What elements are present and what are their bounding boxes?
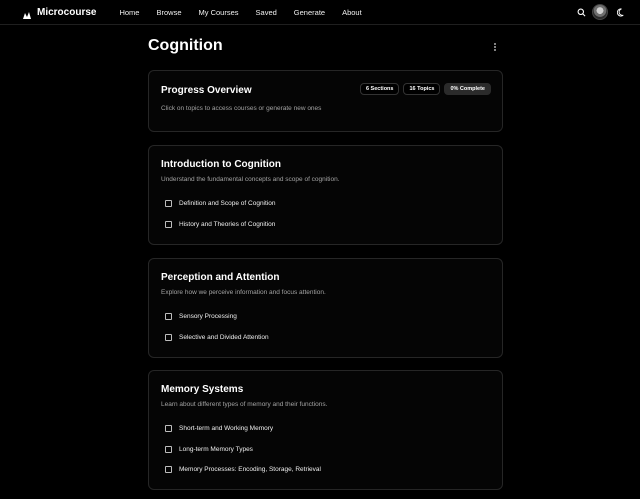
topic-checkbox[interactable]: [165, 425, 172, 432]
moon-icon[interactable]: [614, 5, 628, 19]
search-icon[interactable]: [574, 5, 588, 19]
microcourse-logo-icon: [22, 7, 32, 19]
topic-item[interactable]: Selective and Divided Attention: [165, 334, 269, 341]
more-vertical-icon[interactable]: [489, 40, 501, 52]
topic-label: Selective and Divided Attention: [179, 334, 269, 341]
topic-checkbox[interactable]: [165, 313, 172, 320]
user-avatar[interactable]: [592, 4, 608, 20]
page-title: Cognition: [148, 37, 223, 54]
topic-item[interactable]: Definition and Scope of Cognition: [165, 200, 275, 207]
topic-label: Definition and Scope of Cognition: [179, 200, 276, 207]
section-title: Introduction to Cognition: [161, 159, 281, 170]
nav-generate[interactable]: Generate: [294, 8, 325, 17]
topic-item[interactable]: History and Theories of Cognition: [165, 221, 275, 228]
topic-label: Short-term and Working Memory: [179, 425, 274, 432]
section-title: Perception and Attention: [161, 272, 280, 283]
progress-title: Progress Overview: [161, 85, 252, 96]
nav-home[interactable]: Home: [119, 8, 139, 17]
section-description: Learn about different types of memory an…: [161, 401, 328, 408]
topic-label: History and Theories of Cognition: [179, 221, 276, 228]
brand-link[interactable]: Microcourse: [22, 6, 97, 19]
topics-count-badge: 16 Topics: [403, 83, 441, 95]
topic-item[interactable]: Long-term Memory Types: [165, 446, 253, 453]
topic-checkbox[interactable]: [165, 221, 172, 228]
topic-label: Memory Processes: Encoding, Storage, Ret…: [179, 466, 321, 473]
brand-name: Microcourse: [37, 6, 97, 18]
topic-item[interactable]: Sensory Processing: [165, 313, 237, 320]
nav-saved[interactable]: Saved: [256, 8, 277, 17]
topic-checkbox[interactable]: [165, 446, 172, 453]
sections-count-badge: 6 Sections: [359, 83, 400, 95]
topic-checkbox[interactable]: [165, 200, 172, 207]
topic-item[interactable]: Short-term and Working Memory: [165, 425, 273, 432]
topic-item[interactable]: Memory Processes: Encoding, Storage, Ret…: [165, 466, 321, 473]
topic-label: Long-term Memory Types: [179, 446, 253, 453]
section-title: Memory Systems: [161, 384, 244, 395]
nav-about[interactable]: About: [342, 8, 362, 17]
top-navbar: Microcourse Home Browse My Courses Saved…: [0, 0, 640, 25]
section-card: Memory Systems Learn about different typ…: [148, 370, 503, 490]
section-card: Perception and Attention Explore how we …: [148, 258, 503, 358]
topbar-actions: [574, 4, 628, 20]
progress-description: Click on topics to access courses or gen…: [161, 105, 322, 112]
nav-browse[interactable]: Browse: [156, 8, 181, 17]
topic-label: Sensory Processing: [179, 313, 237, 320]
progress-badges: 6 Sections 16 Topics 0% Complete: [359, 83, 491, 95]
main-nav: Home Browse My Courses Saved Generate Ab…: [119, 8, 378, 17]
topic-checkbox[interactable]: [165, 466, 172, 473]
section-description: Understand the fundamental concepts and …: [161, 176, 340, 183]
complete-percent-badge: 0% Complete: [444, 83, 491, 95]
section-description: Explore how we perceive information and …: [161, 289, 326, 296]
section-card: Introduction to Cognition Understand the…: [148, 145, 503, 245]
nav-my-courses[interactable]: My Courses: [199, 8, 239, 17]
topic-checkbox[interactable]: [165, 334, 172, 341]
progress-overview-card: Progress Overview 6 Sections 16 Topics 0…: [148, 70, 503, 132]
